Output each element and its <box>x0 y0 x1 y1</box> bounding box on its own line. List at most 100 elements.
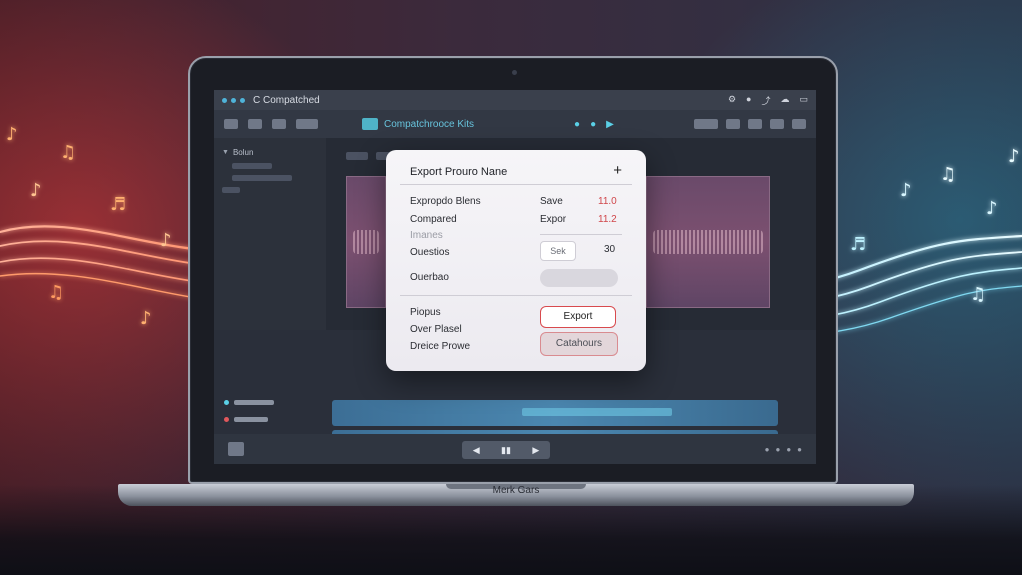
chevron-down-icon: ▼ <box>222 149 229 156</box>
divider <box>400 295 632 296</box>
webcam <box>512 70 517 75</box>
export-dialog: Export Prouro Nane + Expropdo Blens Save… <box>386 150 646 371</box>
svg-text:♬: ♬ <box>850 234 866 255</box>
option-slider[interactable] <box>540 269 618 287</box>
tool-button[interactable] <box>296 119 318 129</box>
dialog-title: Export Prouro Nane <box>410 166 508 178</box>
tool-button[interactable] <box>272 119 286 129</box>
svg-text:♫: ♫ <box>940 164 956 185</box>
divider <box>540 234 622 235</box>
row-mid: Save <box>540 196 563 207</box>
tool-button[interactable] <box>248 119 262 129</box>
lane-segment <box>522 408 672 416</box>
title-bar: C Compatched ⚙ ● ⤴ ☁ ▭ <box>214 90 816 110</box>
rewind-icon[interactable]: ◀ <box>473 445 480 456</box>
project-selector[interactable]: Compatchrooce Kits <box>362 118 474 130</box>
tool-button[interactable] <box>770 119 784 129</box>
waveform <box>653 230 763 254</box>
bottom-tool-button[interactable] <box>228 442 244 456</box>
sidebar-title: Bolun <box>232 148 254 157</box>
bottom-bar: ◀ ▮▮ ▶ ● ● ● ● <box>214 434 816 464</box>
window-dot[interactable] <box>222 97 227 103</box>
footer-label: Dreice Prowe <box>410 341 471 352</box>
svg-text:♪: ♪ <box>900 180 912 201</box>
window-title: C Compatched <box>253 94 320 106</box>
secondary-button[interactable]: Catahours <box>540 332 618 356</box>
row-mid: Expor <box>540 214 567 225</box>
svg-text:♪: ♪ <box>6 124 18 145</box>
sidebar-item[interactable] <box>222 163 318 169</box>
folder-icon <box>232 175 292 181</box>
quantity-input[interactable]: Sek <box>540 241 576 261</box>
play-icon[interactable]: ▶ <box>606 119 614 130</box>
svg-text:♪: ♪ <box>160 230 172 251</box>
folder-icon <box>232 163 272 169</box>
footer-label: Over Plasel <box>410 324 462 335</box>
folder-icon <box>222 187 240 193</box>
automation-lane[interactable] <box>332 400 778 426</box>
tool-button[interactable] <box>224 119 238 129</box>
audio-clip[interactable] <box>346 176 386 308</box>
settings-icon[interactable]: ⚙ <box>728 94 736 107</box>
bottom-right-icons: ● ● ● ● <box>765 445 802 454</box>
mixer-row[interactable] <box>224 417 316 422</box>
track-chip[interactable] <box>346 152 368 160</box>
status-led-icon <box>224 417 229 422</box>
titlebar-icons: ⚙ ● ⤴ ☁ ▭ <box>728 94 808 107</box>
sidebar-header[interactable]: ▼ Bolun <box>222 148 318 157</box>
row-label: Ouerbao <box>410 272 449 283</box>
laptop-base: Merk Gars <box>118 484 914 506</box>
record-icon[interactable]: ● <box>574 119 580 130</box>
close-icon[interactable]: + <box>613 162 622 179</box>
svg-text:♫: ♫ <box>60 142 76 163</box>
volume-icon[interactable]: ● <box>765 445 770 454</box>
laptop-brand-label: Merk Gars <box>492 485 540 496</box>
volume-icon[interactable]: ● <box>786 445 791 454</box>
svg-text:♫: ♫ <box>48 282 64 303</box>
divider <box>400 184 632 185</box>
volume-icon[interactable]: ● <box>797 445 802 454</box>
tool-button[interactable] <box>748 119 762 129</box>
project-name: Compatchrooce Kits <box>384 118 475 130</box>
sidebar-item[interactable] <box>222 175 318 181</box>
svg-text:♪: ♪ <box>140 308 152 329</box>
waveform <box>353 230 379 254</box>
window-controls[interactable] <box>222 97 245 103</box>
row-value: 11.0 <box>598 196 617 207</box>
forward-icon[interactable]: ▶ <box>532 445 539 456</box>
tool-button[interactable] <box>694 119 718 129</box>
row-label: Compared <box>410 214 457 225</box>
row-label: Ouestios <box>410 247 450 258</box>
row-label: Expropdo Blens <box>410 196 481 207</box>
export-button[interactable]: Export <box>540 306 616 328</box>
volume-icon[interactable]: ● <box>775 445 780 454</box>
row-label: Imanes <box>410 230 443 241</box>
cloud-icon[interactable]: ☁ <box>780 94 789 107</box>
audio-clip[interactable] <box>646 176 770 308</box>
playback-control: ◀ ▮▮ ▶ <box>462 441 550 459</box>
svg-text:♫: ♫ <box>970 284 986 305</box>
svg-text:♪: ♪ <box>1008 146 1020 167</box>
row-value: 11.2 <box>598 214 617 225</box>
share-icon[interactable]: ⤴ <box>761 94 770 107</box>
svg-text:♪: ♪ <box>30 180 42 201</box>
toolbar: Compatchrooce Kits ● ● ▶ <box>214 110 816 138</box>
sidebar: ▼ Bolun <box>214 138 326 330</box>
toolbar-right <box>694 119 806 129</box>
window-dot[interactable] <box>231 97 236 103</box>
status-led-icon <box>224 400 229 405</box>
sidebar-item[interactable] <box>222 187 318 193</box>
project-icon <box>362 118 378 130</box>
svg-text:♬: ♬ <box>110 194 126 215</box>
window-dot[interactable] <box>240 97 245 103</box>
mixer-row[interactable] <box>224 400 316 405</box>
footer-label: Piopus <box>410 307 441 318</box>
tool-button[interactable] <box>726 119 740 129</box>
stop-icon[interactable]: ● <box>590 119 596 130</box>
battery-icon: ▭ <box>799 93 808 104</box>
user-icon[interactable]: ● <box>746 94 751 107</box>
row-value: 30 <box>604 244 616 255</box>
tool-button[interactable] <box>792 119 806 129</box>
transport-controls: ● ● ▶ <box>574 119 614 130</box>
mixer-label <box>234 417 268 422</box>
